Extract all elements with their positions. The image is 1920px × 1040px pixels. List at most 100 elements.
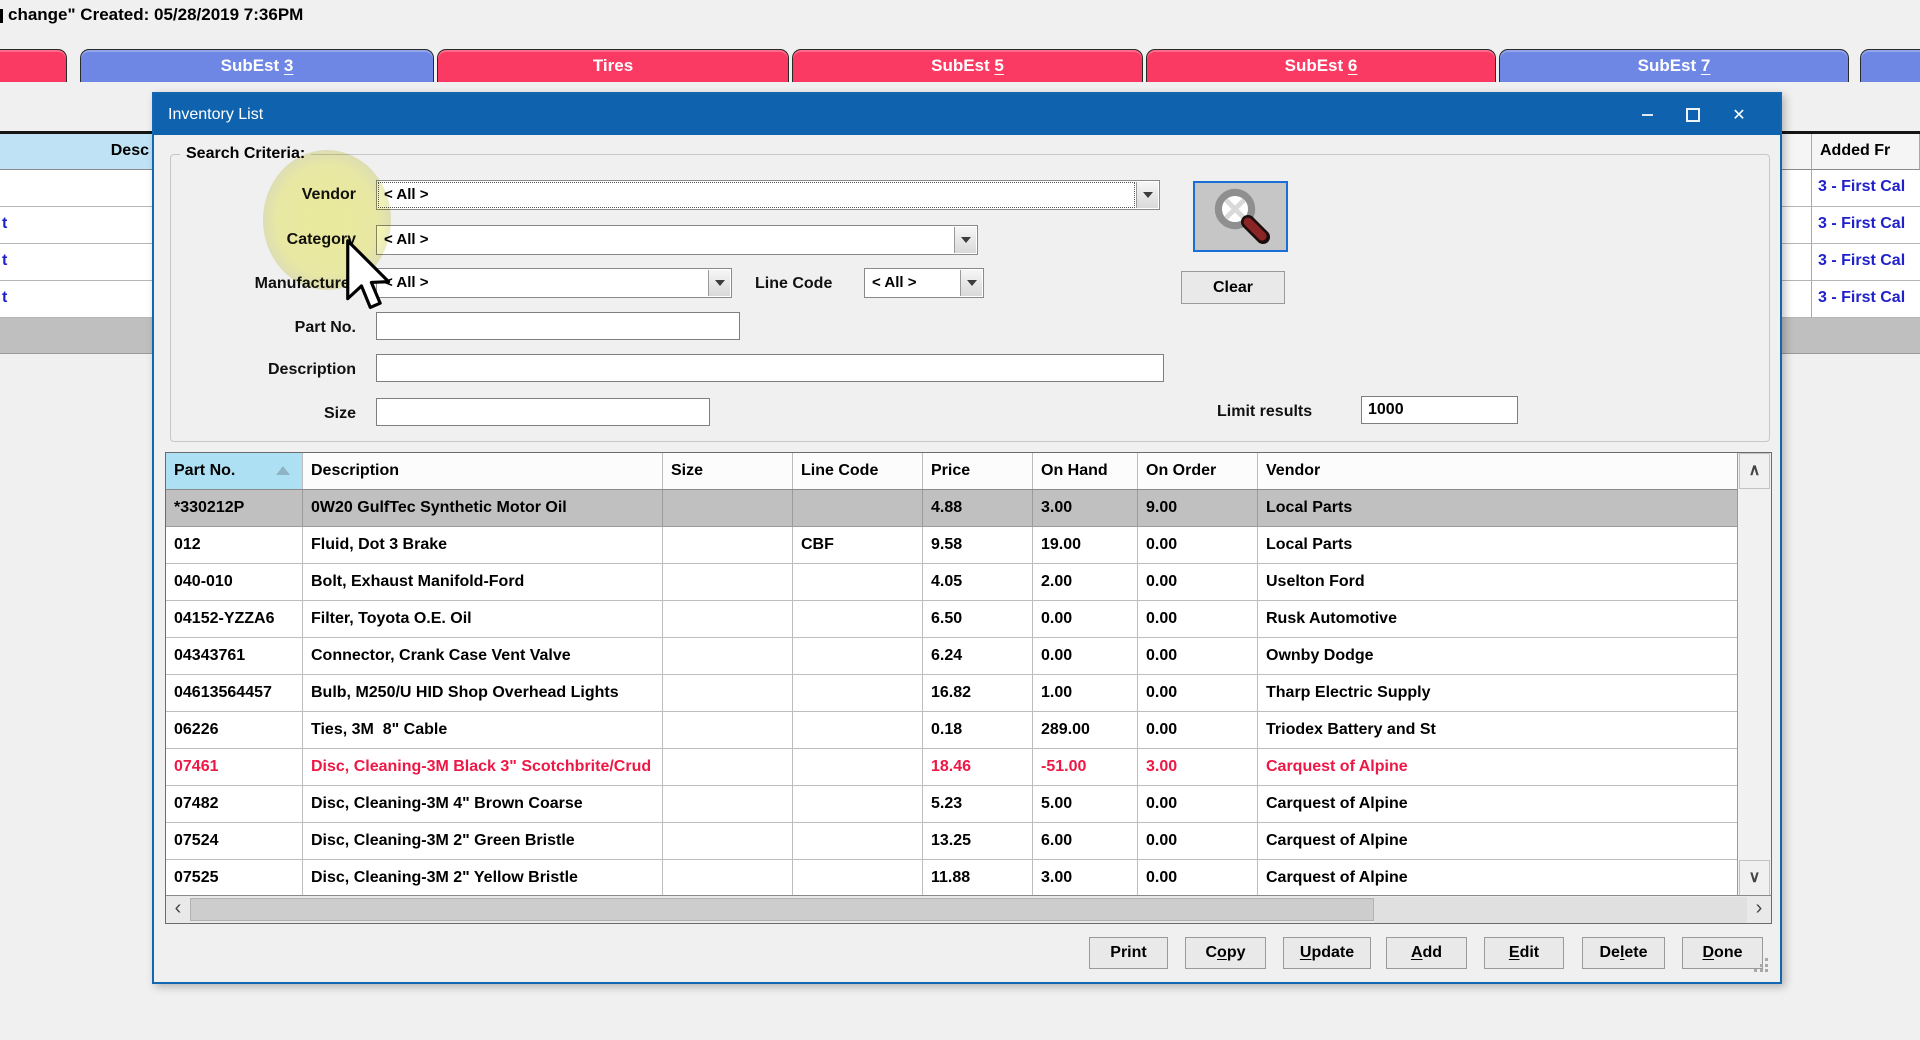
cell-size xyxy=(663,712,793,749)
cell-on-hand: 289.00 xyxy=(1033,712,1138,749)
cell-on-order: 0.00 xyxy=(1138,786,1258,823)
cell-size xyxy=(663,749,793,786)
close-button[interactable]: ✕ xyxy=(1716,94,1762,135)
description-input[interactable] xyxy=(376,354,1164,382)
tab-subest-5[interactable]: SubEst 5 xyxy=(792,49,1143,82)
cell-on-order: 9.00 xyxy=(1138,490,1258,527)
table-row[interactable]: *330212P0W20 GulfTec Synthetic Motor Oil… xyxy=(166,490,1739,527)
column-header-line-code[interactable]: Line Code xyxy=(793,453,923,489)
cell-size xyxy=(663,823,793,860)
print-button[interactable]: Print xyxy=(1089,937,1168,969)
bg-table-row[interactable]: t xyxy=(0,281,152,318)
table-row[interactable]: 04152-YZZA6Filter, Toyota O.E. Oil6.500.… xyxy=(166,601,1739,638)
table-row[interactable]: 04343761Connector, Crank Case Vent Valve… xyxy=(166,638,1739,675)
resize-grip[interactable] xyxy=(1754,958,1768,972)
clear-button[interactable]: Clear xyxy=(1181,271,1285,304)
column-header-on-hand[interactable]: On Hand xyxy=(1033,453,1138,489)
scrollbar-track[interactable] xyxy=(1374,897,1747,923)
cell-line-code xyxy=(793,823,923,860)
bg-table-row[interactable]: 3 - First Cal xyxy=(1812,207,1920,244)
vendor-select[interactable]: < All > xyxy=(376,180,1160,210)
bg-table-row[interactable]: 3 - First Cal xyxy=(1812,281,1920,318)
column-header-vendor[interactable]: Vendor xyxy=(1258,453,1739,489)
done-button[interactable]: Done xyxy=(1682,937,1763,969)
table-row[interactable]: 012Fluid, Dot 3 BrakeCBF9.5819.000.00Loc… xyxy=(166,527,1739,564)
table-row[interactable]: 06226Ties, 3M 8" Cable0.18289.000.00Trio… xyxy=(166,712,1739,749)
column-header-size[interactable]: Size xyxy=(663,453,793,489)
bg-table-row[interactable] xyxy=(0,170,152,207)
scrollbar-thumb[interactable] xyxy=(190,898,1374,921)
table-body: *330212P0W20 GulfTec Synthetic Motor Oil… xyxy=(166,490,1739,897)
search-button[interactable] xyxy=(1193,181,1288,252)
tab-subest-3[interactable]: SubEst 3 xyxy=(80,49,434,82)
column-header-price[interactable]: Price xyxy=(923,453,1033,489)
table-row[interactable]: 07482Disc, Cleaning-3M 4" Brown Coarse5.… xyxy=(166,786,1739,823)
table-row[interactable]: 07461Disc, Cleaning-3M Black 3" Scotchbr… xyxy=(166,749,1739,786)
edit-button[interactable]: Edit xyxy=(1484,937,1564,969)
cell-vendor: Triodex Battery and St xyxy=(1258,712,1739,749)
maximize-icon xyxy=(1686,108,1700,122)
cell-price: 4.05 xyxy=(923,564,1033,601)
dropdown-arrow-icon[interactable] xyxy=(954,227,976,253)
table-row[interactable]: 04613564457Bulb, M250/U HID Shop Overhea… xyxy=(166,675,1739,712)
tab-subest-6[interactable]: SubEst 6 xyxy=(1146,49,1496,82)
part-no-input[interactable] xyxy=(376,312,740,340)
dropdown-arrow-icon[interactable] xyxy=(1136,182,1158,208)
table-row[interactable]: 040-010Bolt, Exhaust Manifold-Ford4.052.… xyxy=(166,564,1739,601)
line-code-select[interactable]: < All > xyxy=(864,268,984,298)
tab-partial[interactable] xyxy=(1860,49,1920,82)
size-input[interactable] xyxy=(376,398,710,426)
cell-size xyxy=(663,527,793,564)
delete-button[interactable]: Delete xyxy=(1582,937,1665,969)
cell-on-hand: 5.00 xyxy=(1033,786,1138,823)
bg-grid-added-from-column: Added Fr 3 - First Cal3 - First Cal3 - F… xyxy=(1812,134,1920,318)
cell-part-no: 04343761 xyxy=(166,638,303,675)
cell-line-code xyxy=(793,564,923,601)
add-button[interactable]: Add xyxy=(1386,937,1467,969)
bg-column-header-added-from[interactable]: Added Fr xyxy=(1812,134,1920,170)
tab-tires[interactable]: Tires xyxy=(437,49,789,82)
update-button[interactable]: Update xyxy=(1283,937,1371,969)
cell-on-hand: 1.00 xyxy=(1033,675,1138,712)
bg-table-row[interactable]: t xyxy=(0,207,152,244)
tab-partial[interactable] xyxy=(0,49,67,82)
column-header-on-order[interactable]: On Order xyxy=(1138,453,1258,489)
dialog-titlebar[interactable]: Inventory List ✕ xyxy=(154,94,1780,135)
magnifier-icon xyxy=(1209,185,1273,249)
table-row[interactable]: 07524Disc, Cleaning-3M 2" Green Bristle1… xyxy=(166,823,1739,860)
table-row[interactable]: 07525Disc, Cleaning-3M 2" Yellow Bristle… xyxy=(166,860,1739,897)
dropdown-arrow-icon[interactable] xyxy=(708,270,730,296)
cell-line-code xyxy=(793,490,923,527)
bg-table-row[interactable]: 3 - First Cal xyxy=(1812,244,1920,281)
scroll-left-icon[interactable]: ‹ xyxy=(166,896,190,923)
column-header-description[interactable]: Description xyxy=(303,453,663,489)
bg-table-row[interactable]: 3 - First Cal xyxy=(1812,170,1920,207)
manufacturer-select[interactable]: < All > xyxy=(376,268,732,298)
cell-on-order: 0.00 xyxy=(1138,823,1258,860)
tab-subest-7[interactable]: SubEst 7 xyxy=(1499,49,1849,82)
cell-line-code xyxy=(793,860,923,897)
vertical-scrollbar[interactable]: ∧ ∨ xyxy=(1737,453,1771,897)
cell-price: 5.23 xyxy=(923,786,1033,823)
bg-table-row[interactable]: t xyxy=(0,244,152,281)
column-header-part-no[interactable]: Part No. xyxy=(166,453,303,489)
cell-on-hand: 6.00 xyxy=(1033,823,1138,860)
cell-description: Bulb, M250/U HID Shop Overhead Lights xyxy=(303,675,663,712)
bg-column-header-description[interactable]: Desc xyxy=(0,134,152,170)
cell-vendor: Uselton Ford xyxy=(1258,564,1739,601)
cell-description: Bolt, Exhaust Manifold-Ford xyxy=(303,564,663,601)
horizontal-scrollbar[interactable]: ‹ › xyxy=(166,895,1771,923)
cell-part-no: 06226 xyxy=(166,712,303,749)
bg-grid-empty-row xyxy=(1782,318,1920,354)
category-select[interactable]: < All > xyxy=(376,225,978,255)
cell-vendor: Ownby Dodge xyxy=(1258,638,1739,675)
scroll-right-icon[interactable]: › xyxy=(1747,896,1771,923)
minimize-button[interactable] xyxy=(1624,94,1670,135)
copy-button[interactable]: Copy xyxy=(1185,937,1266,969)
maximize-button[interactable] xyxy=(1670,94,1716,135)
dropdown-arrow-icon[interactable] xyxy=(960,270,982,296)
scroll-up-icon[interactable]: ∧ xyxy=(1739,453,1770,489)
cell-on-order: 0.00 xyxy=(1138,527,1258,564)
scroll-down-icon[interactable]: ∨ xyxy=(1739,860,1770,896)
limit-results-input[interactable] xyxy=(1361,396,1518,424)
